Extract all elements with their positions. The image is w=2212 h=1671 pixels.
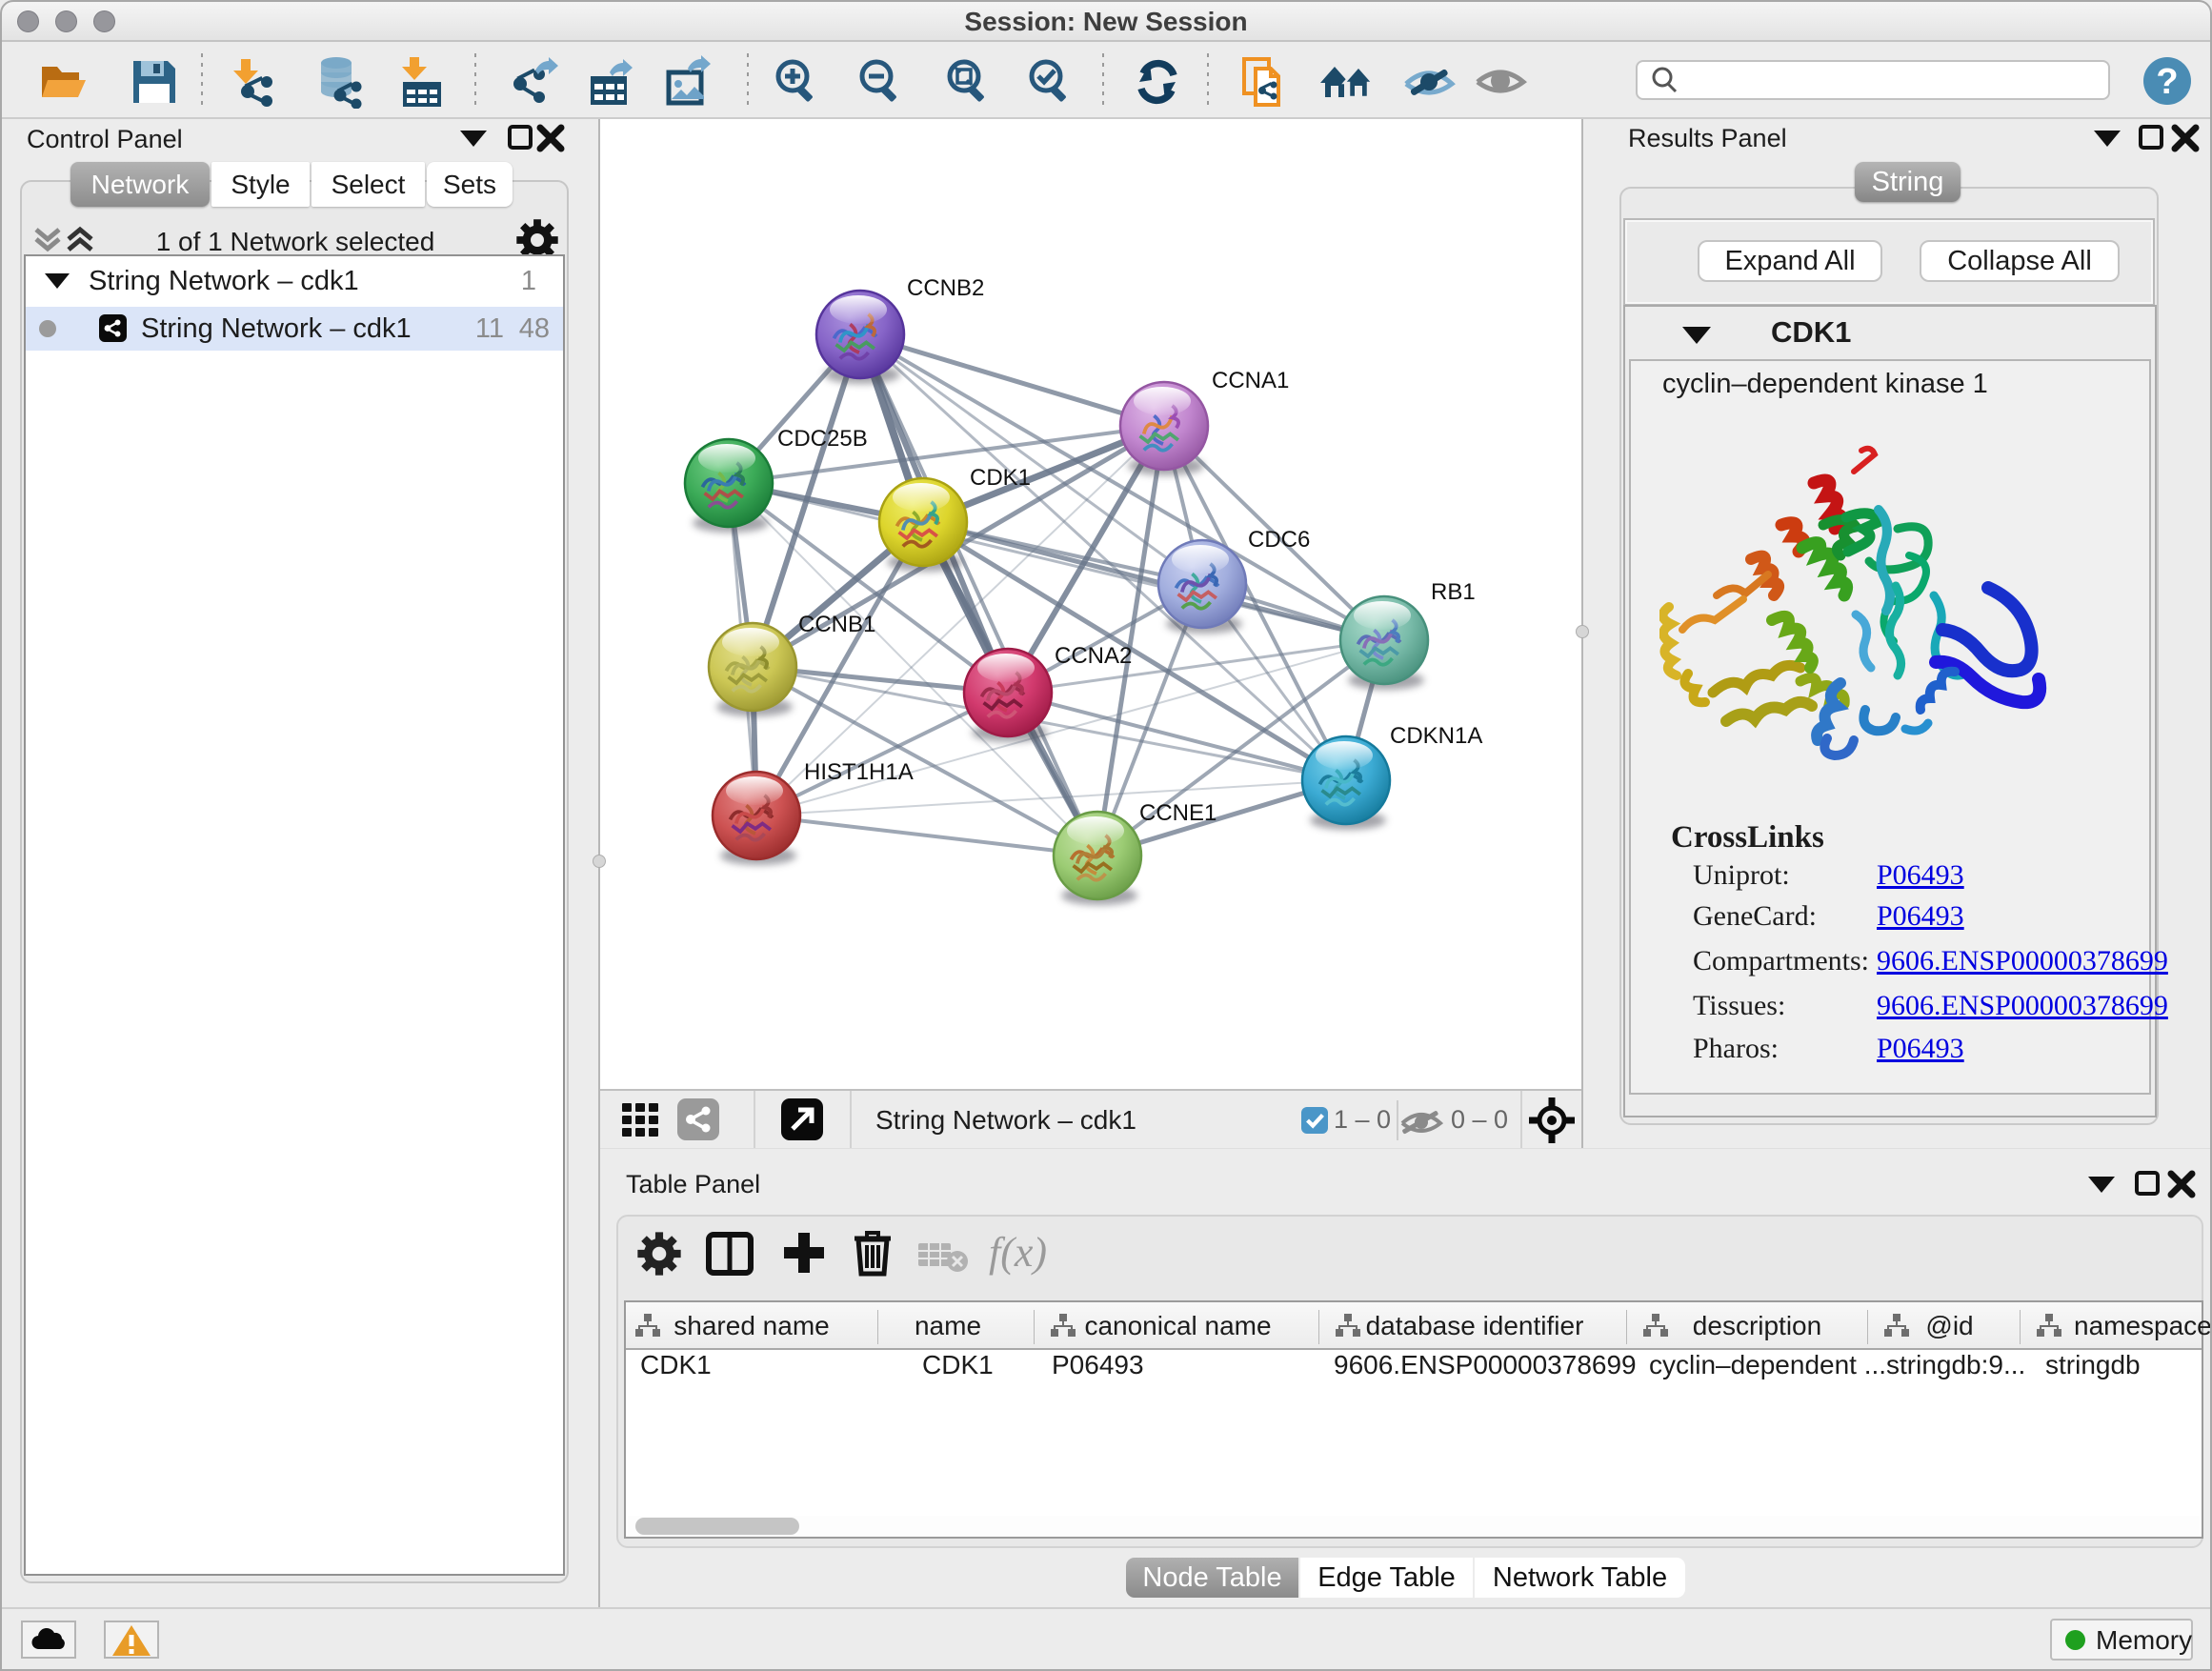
svg-text:HIST1H1A: HIST1H1A (804, 759, 914, 785)
svg-text:RB1: RB1 (1431, 579, 1476, 605)
svg-text:CDKN1A: CDKN1A (1390, 723, 1482, 749)
svg-text:CCNA2: CCNA2 (1055, 643, 1132, 669)
svg-text:CDC25B: CDC25B (777, 426, 868, 452)
svg-text:CDC6: CDC6 (1248, 527, 1310, 553)
svg-text:CCNA1: CCNA1 (1212, 368, 1289, 393)
svg-text:?: ? (2156, 62, 2178, 102)
svg-text:CCNB1: CCNB1 (798, 612, 875, 637)
svg-text:CDK1: CDK1 (970, 465, 1031, 491)
svg-text:CCNB2: CCNB2 (907, 275, 984, 301)
svg-text:CCNE1: CCNE1 (1139, 800, 1217, 826)
